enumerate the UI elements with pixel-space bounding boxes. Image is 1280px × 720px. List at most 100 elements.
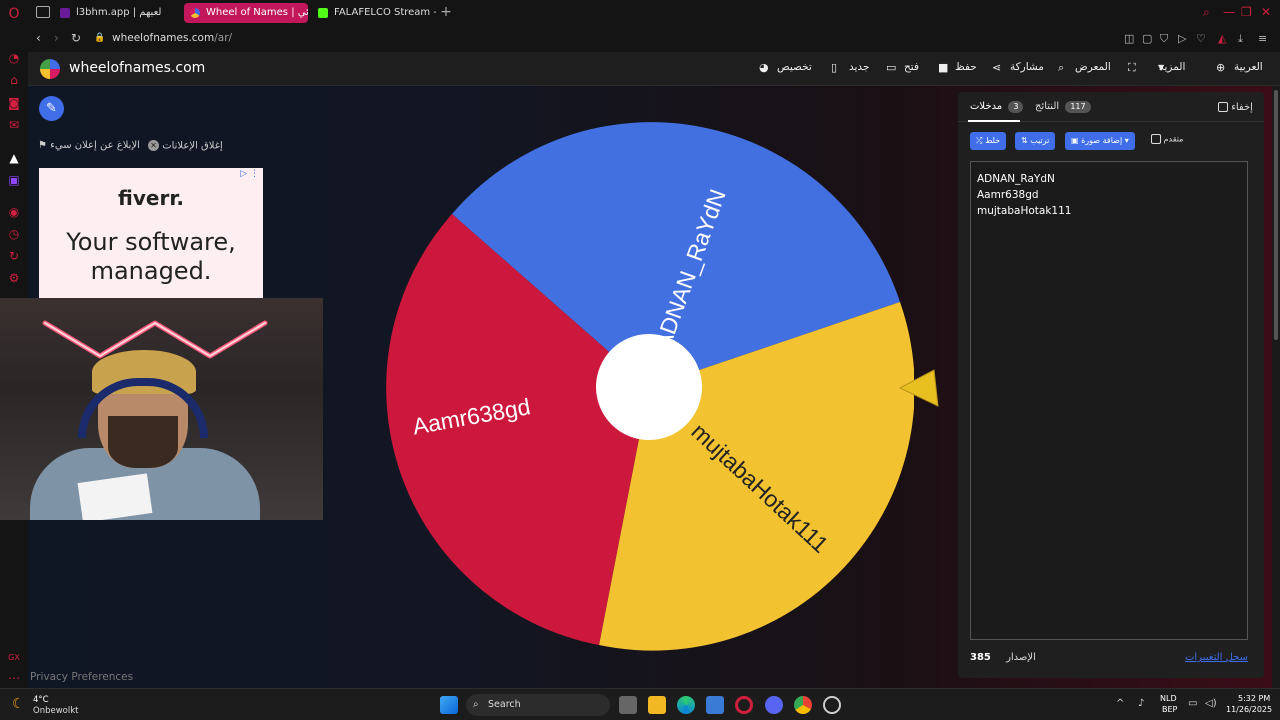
flag-icon: ⚑ bbox=[38, 140, 47, 151]
language-indicator[interactable]: NLD bbox=[1160, 694, 1177, 703]
privacy-preferences-link[interactable]: Privacy Preferences bbox=[30, 671, 133, 683]
windows-taskbar: ☾ 4°C Onbewolkt ⌕ Search ^ ♪ NLD BEP ▭ ◁… bbox=[0, 688, 1280, 720]
name-wheel[interactable]: ADNAN_RaYdN mujtabaHotak111 Aamr638gd bbox=[384, 120, 914, 654]
fiverr-ad[interactable]: ▷ ⋮ fiverr. Your software, managed. bbox=[39, 168, 263, 298]
download-icon[interactable]: ⤓ bbox=[1238, 32, 1243, 46]
edge-icon[interactable] bbox=[677, 696, 695, 714]
clock-time[interactable]: 5:32 PM bbox=[1238, 694, 1270, 703]
edit-pencil-icon[interactable]: ✎ bbox=[39, 96, 64, 121]
task-view-icon[interactable] bbox=[619, 696, 637, 714]
tab-entries[interactable]: مدخلات 3 bbox=[970, 101, 1024, 113]
file-explorer-icon[interactable] bbox=[648, 696, 666, 714]
globe-icon: ⊕ bbox=[1216, 61, 1226, 74]
settings-icon[interactable]: ⚙ bbox=[6, 270, 22, 286]
taskbar-search[interactable]: ⌕ Search bbox=[466, 694, 610, 716]
maximize-icon[interactable]: ❐ bbox=[1241, 5, 1252, 19]
page-scroll-thumb[interactable] bbox=[1274, 90, 1278, 340]
twitch-icon[interactable]: ▣ bbox=[6, 172, 22, 188]
bookmark-icon[interactable]: ◫ bbox=[1124, 32, 1134, 45]
adchoices-icon[interactable]: ▷ ⋮ bbox=[240, 169, 259, 179]
bag-icon[interactable]: ⌂ bbox=[6, 72, 22, 88]
store-icon[interactable] bbox=[706, 696, 724, 714]
image-icon: ▣ bbox=[1071, 136, 1079, 145]
hide-checkbox[interactable] bbox=[1218, 102, 1228, 112]
aria-icon[interactable]: ◔ bbox=[6, 50, 22, 66]
microphone-icon[interactable]: ♪ bbox=[1138, 698, 1144, 709]
app-icon[interactable] bbox=[823, 696, 841, 714]
entries-textarea[interactable]: ADNAN_RaYdN Aamr638gd mujtabaHotak111 bbox=[970, 161, 1248, 640]
tab-l3bhm[interactable]: l3bhm.app | لعبهم bbox=[54, 3, 204, 23]
minimize-icon[interactable]: — bbox=[1223, 5, 1235, 19]
sort-button[interactable]: ⇅ ترتيب bbox=[1015, 132, 1056, 150]
wheel-favicon-icon bbox=[190, 8, 200, 18]
downloads-icon[interactable]: ↻ bbox=[6, 248, 22, 264]
fullscreen-icon[interactable]: ⛶ bbox=[1128, 61, 1136, 75]
wheel-center[interactable] bbox=[596, 334, 702, 440]
tab-results[interactable]: النتائج 117 bbox=[1035, 101, 1091, 113]
menu-dots-icon[interactable]: ≡ bbox=[1258, 32, 1267, 45]
language-button[interactable]: العربية bbox=[1234, 61, 1263, 73]
entries-panel: مدخلات 3 النتائج 117 إخفاء ⤮ خلط ⇅ ترتيب… bbox=[958, 92, 1264, 678]
tiktok-icon[interactable]: ▲ bbox=[6, 150, 22, 166]
more-icon[interactable]: ⋯ bbox=[6, 670, 22, 686]
wallet-icon[interactable]: ◭ bbox=[1218, 32, 1226, 45]
messenger-icon[interactable]: ◙ bbox=[6, 95, 22, 111]
forward-icon[interactable]: › bbox=[54, 31, 59, 45]
add-image-button[interactable]: ▣ إضافة صورة ▾ bbox=[1065, 132, 1135, 150]
results-count-badge: 117 bbox=[1065, 101, 1091, 113]
address-bar: ‹ › ↻ 🔒 wheelofnames.com/ar/ ◫ ▢ ⛉ ▷ ♡ ◭… bbox=[28, 26, 1280, 52]
snapshot-icon[interactable]: ▢ bbox=[1142, 32, 1152, 45]
shuffle-button[interactable]: ⤮ خلط bbox=[970, 132, 1007, 150]
tab-menu-icon[interactable] bbox=[36, 6, 50, 18]
palette-icon: ◕ bbox=[759, 61, 769, 74]
volume-icon[interactable]: ◁) bbox=[1205, 698, 1217, 709]
opera-logo-icon[interactable]: O bbox=[6, 6, 22, 22]
reload-icon[interactable]: ↻ bbox=[71, 31, 81, 45]
share-button[interactable]: مشاركة bbox=[1010, 61, 1044, 73]
more-button[interactable]: المزيد bbox=[1159, 61, 1185, 73]
heart-icon[interactable]: ♡ bbox=[1196, 32, 1206, 45]
open-button[interactable]: فتح bbox=[904, 61, 919, 73]
advanced-toggle[interactable]: متقدم bbox=[1151, 134, 1183, 144]
save-icon: ■ bbox=[938, 61, 949, 74]
url-field[interactable]: wheelofnames.com/ar/ bbox=[112, 32, 232, 44]
weather-desc[interactable]: Onbewolkt bbox=[33, 706, 78, 716]
save-button[interactable]: حفظ bbox=[955, 61, 977, 73]
gx-icon[interactable]: GX bbox=[6, 650, 22, 666]
site-logo[interactable]: wheelofnames.com bbox=[69, 60, 205, 76]
windows-start-icon[interactable] bbox=[440, 696, 458, 714]
history-icon[interactable]: ◷ bbox=[6, 226, 22, 242]
player-icon[interactable]: ◉ bbox=[6, 204, 22, 220]
close-window-icon[interactable]: ✕ bbox=[1261, 5, 1271, 19]
changelog-link[interactable]: سجل التغييرات bbox=[1185, 652, 1248, 663]
share-icon: ⋖ bbox=[992, 61, 1002, 74]
weather-moon-icon[interactable]: ☾ bbox=[12, 696, 25, 712]
opera-gx-icon[interactable] bbox=[735, 696, 753, 714]
clock-date[interactable]: 11/26/2025 bbox=[1226, 705, 1272, 714]
gallery-button[interactable]: المعرض bbox=[1075, 61, 1111, 73]
tab-search-icon[interactable]: ⌕ bbox=[1203, 5, 1210, 20]
tray-chevron-icon[interactable]: ^ bbox=[1116, 698, 1124, 709]
mail-icon[interactable]: ✉ bbox=[6, 117, 22, 133]
tab-falafelco[interactable]: FALAFELCO Stream - Wat bbox=[312, 3, 436, 23]
vpn-icon[interactable]: ▷ bbox=[1178, 32, 1186, 45]
new-button[interactable]: جديد bbox=[849, 61, 869, 73]
chrome-icon[interactable] bbox=[794, 696, 812, 714]
weather-temp[interactable]: 4°C bbox=[33, 695, 49, 705]
advanced-checkbox[interactable] bbox=[1151, 134, 1161, 144]
new-tab-plus-icon[interactable]: + bbox=[438, 5, 454, 21]
wheel-pointer-icon bbox=[898, 369, 939, 407]
hide-panel-toggle[interactable]: إخفاء bbox=[1218, 102, 1253, 113]
back-icon[interactable]: ‹ bbox=[36, 31, 41, 45]
report-ad-link[interactable]: ⚑ الإبلاغ عن إعلان سيء bbox=[38, 140, 140, 151]
customize-button[interactable]: تخصيص bbox=[777, 61, 812, 73]
logo-wheel-icon[interactable] bbox=[40, 59, 60, 79]
keyboard-layout[interactable]: BEP bbox=[1162, 705, 1177, 714]
tab-wheel-of-names[interactable]: Wheel of Names | عشوائي bbox=[184, 3, 308, 23]
network-icon[interactable]: ▭ bbox=[1188, 698, 1197, 709]
adblock-icon[interactable]: ⛉ bbox=[1160, 32, 1168, 46]
ad-line-1: Your software, bbox=[66, 228, 236, 256]
discord-icon[interactable] bbox=[765, 696, 783, 714]
close-ads-link[interactable]: ✕ إغلاق الإعلانات bbox=[148, 140, 223, 152]
kick-favicon-icon bbox=[318, 8, 328, 18]
